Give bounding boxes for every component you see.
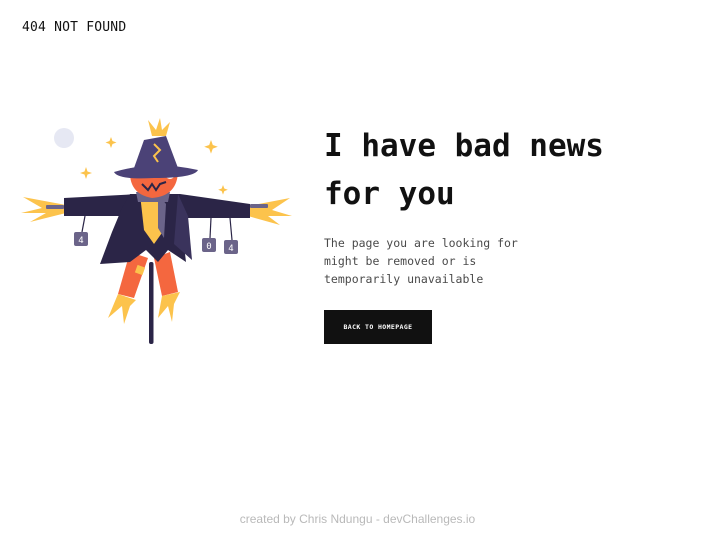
hat-top <box>134 136 178 168</box>
scarecrow-illustration: 4 0 4 <box>21 118 292 344</box>
headline-line-1: I have bad news <box>324 128 604 164</box>
can-label-2: 0 <box>206 242 211 252</box>
right-foot-straw <box>158 292 180 322</box>
pole-shape <box>149 262 154 344</box>
can-label-3: 4 <box>228 244 233 254</box>
error-message: The page you are looking for might be re… <box>324 236 518 286</box>
headline-line-2: for you <box>324 176 455 212</box>
left-foot-straw <box>108 294 136 324</box>
back-to-homepage-button[interactable]: BACK TO HOMEPAGE <box>324 310 432 344</box>
footer-credit: created by Chris Ndungu - devChallenges.… <box>239 512 476 526</box>
right-hand-straw <box>248 198 292 225</box>
headline: I have bad news for you <box>324 122 664 218</box>
moon-shape <box>54 128 74 148</box>
can-label-1: 4 <box>78 236 83 246</box>
hat-straw <box>148 118 170 136</box>
page: 404 NOT FOUND 4 0 4 I have bad news for … <box>0 0 715 539</box>
site-title: 404 NOT FOUND <box>22 20 127 35</box>
left-hand-straw <box>21 197 66 222</box>
